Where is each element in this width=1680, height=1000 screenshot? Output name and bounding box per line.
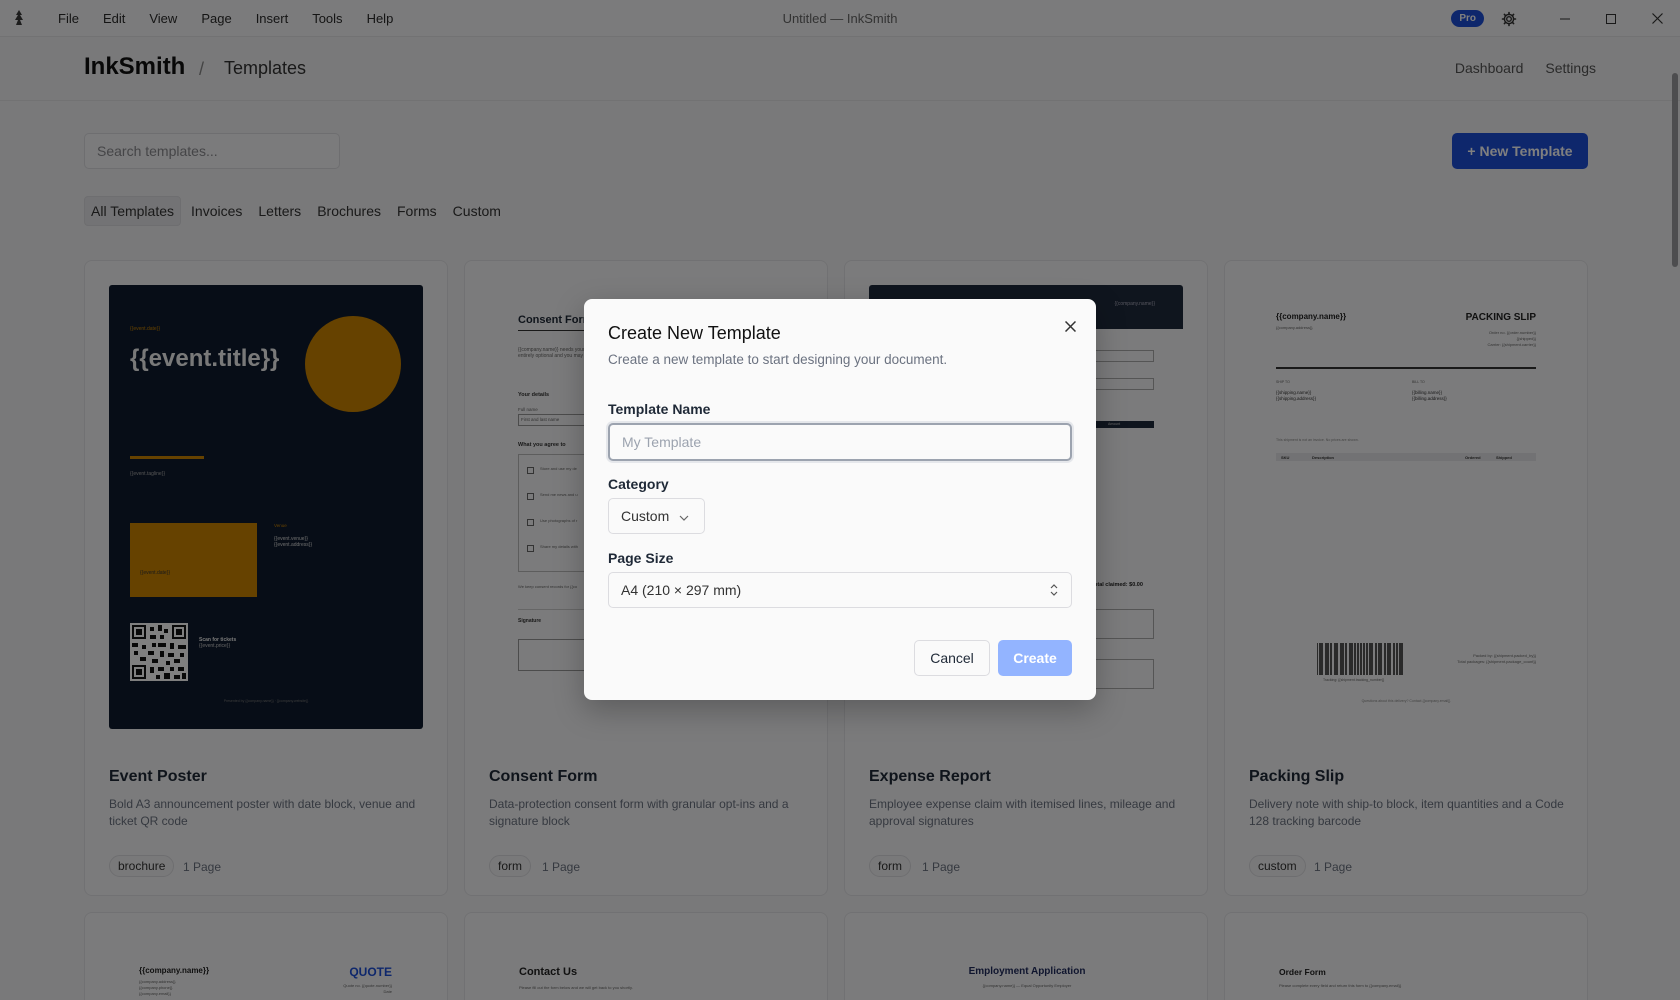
page-size-select[interactable]: A4 (210 × 297 mm) (608, 572, 1072, 608)
close-icon[interactable] (1060, 316, 1080, 336)
page-size-value: A4 (210 × 297 mm) (621, 582, 742, 598)
template-name-input[interactable] (608, 423, 1072, 461)
category-label: Category (608, 476, 669, 492)
template-name-label: Template Name (608, 401, 711, 417)
chevron-up-down-icon (1049, 582, 1059, 601)
category-select[interactable]: Custom (608, 498, 705, 534)
create-button[interactable]: Create (998, 640, 1072, 676)
page-size-label: Page Size (608, 550, 674, 566)
dialog-title: Create New Template (608, 323, 781, 343)
category-value: Custom (621, 508, 670, 524)
cancel-button[interactable]: Cancel (914, 640, 990, 676)
dialog-subtitle: Create a new template to start designing… (608, 352, 948, 367)
create-template-dialog: Create New Template Create a new templat… (584, 299, 1096, 700)
chevron-down-icon (679, 508, 689, 524)
